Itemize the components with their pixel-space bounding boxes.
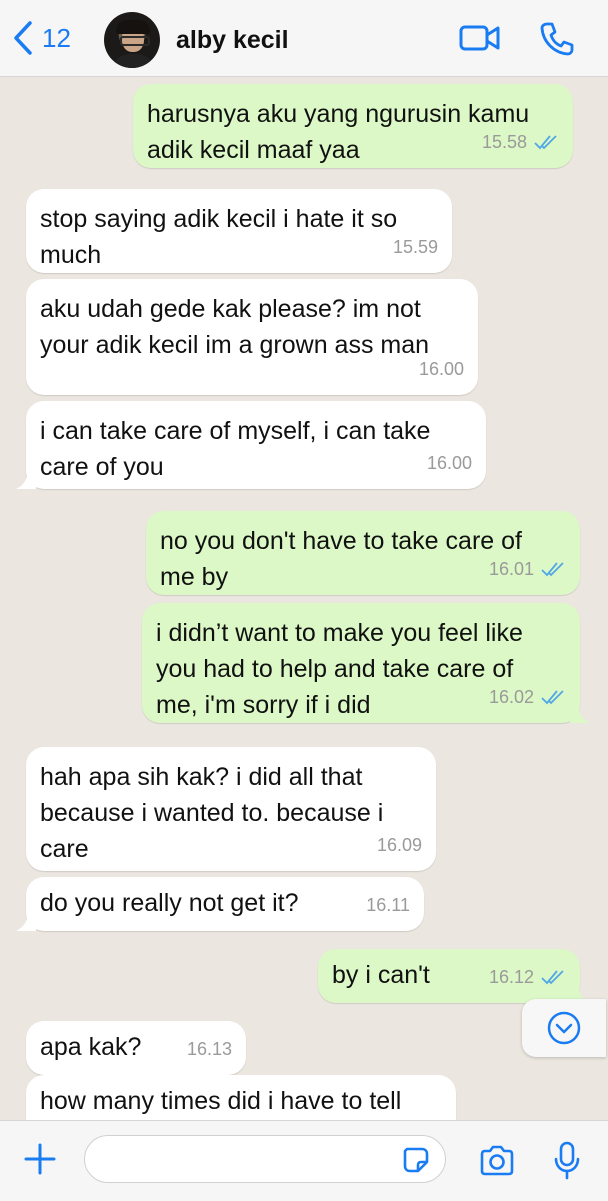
message-time: 15.59 bbox=[392, 237, 438, 257]
microphone-icon bbox=[554, 1141, 580, 1180]
chevron-down-icon bbox=[547, 1011, 581, 1045]
message-bubble-incoming[interactable]: i can take care of myself, i can take ca… bbox=[16, 401, 486, 489]
message-input-field[interactable] bbox=[84, 1135, 446, 1183]
message-bubble-incoming[interactable]: apa kak? 16.13 bbox=[26, 1021, 246, 1075]
message-time: 16.00 bbox=[418, 359, 464, 379]
message-bubble-outgoing[interactable]: by i can't 16.12 bbox=[318, 949, 590, 1003]
message-text: i can take care of myself, i can take ca… bbox=[40, 417, 431, 481]
message-bubble-incoming[interactable]: stop saying adik kecil i hate it so much… bbox=[26, 189, 452, 273]
message-input[interactable] bbox=[99, 1136, 403, 1182]
double-check-icon bbox=[541, 970, 564, 985]
message-time: 16.01 bbox=[488, 559, 534, 579]
phone-icon bbox=[540, 22, 574, 56]
camera-button[interactable] bbox=[478, 1145, 516, 1182]
avatar[interactable] bbox=[104, 12, 160, 68]
message-composer bbox=[0, 1120, 608, 1201]
message-bubble-incoming[interactable]: do you really not get it? 16.11 bbox=[16, 877, 424, 931]
chevron-left-icon bbox=[14, 21, 32, 55]
sticker-icon bbox=[403, 1147, 429, 1173]
message-time: 16.00 bbox=[426, 453, 472, 473]
voice-note-button[interactable] bbox=[552, 1141, 582, 1186]
video-camera-icon bbox=[459, 25, 500, 51]
voice-call-button[interactable] bbox=[538, 20, 576, 63]
message-text: do you really not get it? bbox=[40, 889, 299, 917]
message-text: how many times did i have to tell bbox=[40, 1087, 402, 1115]
scroll-to-bottom-button[interactable] bbox=[522, 999, 606, 1057]
chat-header: 12 alby kecil bbox=[0, 0, 608, 77]
sticker-button[interactable] bbox=[402, 1146, 430, 1179]
message-bubble-incoming[interactable]: hah apa sih kak? i did all that because … bbox=[26, 747, 436, 871]
back-button[interactable]: 12 bbox=[12, 20, 71, 56]
message-list[interactable]: harusnya aku yang ngurusin kamu adik kec… bbox=[0, 77, 608, 1120]
message-time: 15.58 bbox=[481, 132, 527, 152]
contact-name[interactable]: alby kecil bbox=[176, 26, 289, 55]
plus-icon bbox=[24, 1143, 56, 1175]
message-text: aku udah gede kak please? im not your ad… bbox=[40, 295, 430, 359]
message-time: 16.13 bbox=[186, 1039, 232, 1059]
message-bubble-outgoing[interactable]: i didn’t want to make you feel like you … bbox=[142, 603, 590, 723]
message-time: 16.02 bbox=[488, 687, 534, 707]
camera-icon bbox=[480, 1145, 514, 1176]
unread-count: 12 bbox=[42, 22, 71, 53]
double-check-icon bbox=[541, 690, 564, 705]
attach-button[interactable] bbox=[22, 1141, 58, 1182]
message-bubble-incoming[interactable]: aku udah gede kak please? im not your ad… bbox=[26, 279, 478, 395]
message-bubble-outgoing[interactable]: harusnya aku yang ngurusin kamu adik kec… bbox=[133, 84, 573, 168]
double-check-icon bbox=[534, 135, 557, 150]
message-time: 16.12 bbox=[488, 967, 534, 987]
message-time: 16.09 bbox=[376, 835, 422, 855]
message-bubble-outgoing[interactable]: no you don't have to take care of me by … bbox=[146, 511, 580, 595]
message-text: hah apa sih kak? i did all that because … bbox=[40, 763, 384, 863]
message-text: stop saying adik kecil i hate it so much bbox=[40, 205, 398, 269]
video-call-button[interactable] bbox=[458, 20, 502, 61]
double-check-icon bbox=[541, 562, 564, 577]
bubble-tail bbox=[570, 703, 590, 723]
message-time: 16.11 bbox=[366, 895, 410, 915]
bubble-tail bbox=[16, 469, 36, 489]
bubble-tail bbox=[16, 911, 36, 931]
message-bubble-incoming[interactable]: how many times did i have to tell bbox=[26, 1075, 456, 1120]
